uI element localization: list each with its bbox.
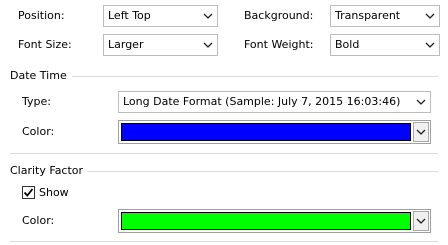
- show-label[interactable]: Show: [39, 186, 69, 200]
- show-checkbox[interactable]: [22, 186, 35, 199]
- group-divider: [71, 75, 438, 77]
- clarity-factor-group: Clarity Factor: [10, 164, 438, 178]
- font-size-value: Larger: [108, 38, 144, 51]
- date-color-label: Color:: [22, 125, 55, 138]
- date-type-value: Long Date Format (Sample: July 7, 2015 1…: [123, 95, 401, 108]
- chevron-down-icon: [412, 92, 430, 112]
- background-label: Background:: [244, 9, 314, 22]
- clarity-color-label: Color:: [22, 214, 55, 227]
- date-type-select[interactable]: Long Date Format (Sample: July 7, 2015 1…: [118, 91, 431, 113]
- date-time-group: Date Time: [10, 69, 438, 83]
- clarity-color-picker[interactable]: [118, 209, 431, 233]
- date-time-group-title: Date Time: [10, 69, 67, 82]
- chevron-down-icon: [421, 6, 439, 26]
- clarity-color-swatch: [121, 212, 411, 230]
- date-color-picker[interactable]: [118, 120, 431, 144]
- font-size-select[interactable]: Larger: [103, 34, 218, 56]
- clarity-factor-group-title: Clarity Factor: [10, 164, 84, 177]
- position-select[interactable]: Left Top: [103, 5, 218, 27]
- font-weight-label: Font Weight:: [244, 38, 314, 51]
- group-divider: [10, 153, 438, 154]
- background-select[interactable]: Transparent: [330, 5, 440, 27]
- chevron-down-icon: [421, 35, 439, 55]
- type-label: Type:: [22, 95, 51, 108]
- group-divider: [10, 241, 438, 242]
- font-weight-select[interactable]: Bold: [330, 34, 440, 56]
- date-color-swatch: [121, 123, 411, 141]
- group-divider: [88, 170, 438, 172]
- chevron-down-icon[interactable]: [413, 211, 429, 231]
- chevron-down-icon: [199, 6, 217, 26]
- font-weight-value: Bold: [335, 38, 360, 51]
- font-size-label: Font Size:: [18, 38, 72, 51]
- position-value: Left Top: [108, 9, 151, 22]
- position-label: Position:: [18, 9, 65, 22]
- checkmark-icon: [23, 188, 34, 197]
- chevron-down-icon: [199, 35, 217, 55]
- chevron-down-icon[interactable]: [413, 122, 429, 142]
- background-value: Transparent: [335, 9, 401, 22]
